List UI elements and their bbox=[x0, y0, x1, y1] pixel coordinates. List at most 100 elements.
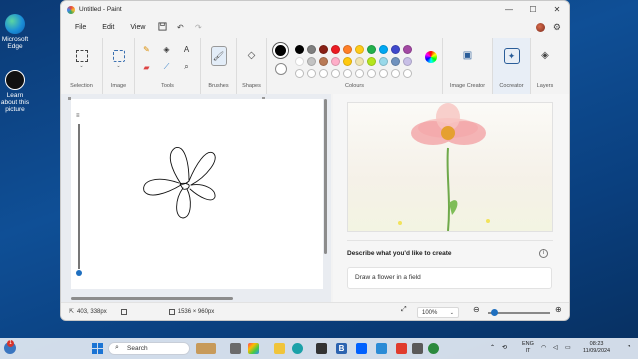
copilot-icon[interactable] bbox=[248, 343, 259, 354]
color-picker-icon[interactable]: ⟋ bbox=[161, 61, 173, 73]
color-swatch[interactable] bbox=[366, 44, 376, 54]
maximize-button[interactable]: ☐ bbox=[521, 5, 545, 14]
redo-icon[interactable]: ↷ bbox=[191, 23, 205, 32]
color-swatch[interactable] bbox=[402, 56, 412, 66]
custom-color-slot[interactable] bbox=[330, 68, 340, 78]
primary-color-swatch[interactable] bbox=[273, 43, 288, 58]
color-swatch[interactable] bbox=[306, 44, 316, 54]
edge-taskbar-icon[interactable] bbox=[292, 343, 303, 354]
color-swatch[interactable] bbox=[354, 56, 364, 66]
vertical-scrollbar[interactable] bbox=[324, 99, 327, 254]
store-icon[interactable] bbox=[316, 343, 327, 354]
custom-color-slot[interactable] bbox=[390, 68, 400, 78]
group-label: Image bbox=[110, 83, 127, 89]
start-button[interactable] bbox=[92, 343, 103, 354]
color-swatch[interactable] bbox=[390, 44, 400, 54]
clock[interactable]: 08:23 11/09/2024 bbox=[583, 341, 610, 355]
pinned-app-icon[interactable] bbox=[412, 343, 423, 354]
image-chevron-down-icon[interactable]: ⌄ bbox=[116, 63, 120, 69]
fit-to-window-icon[interactable]: ⤢ bbox=[401, 306, 407, 314]
taskbar-search[interactable]: ⌕ Search bbox=[108, 342, 190, 355]
generated-image-preview[interactable] bbox=[347, 102, 553, 232]
color-swatch[interactable] bbox=[354, 44, 364, 54]
pinned-app-icon[interactable] bbox=[396, 343, 407, 354]
file-explorer-icon[interactable] bbox=[274, 343, 285, 354]
group-layers: ◈ Layers bbox=[531, 38, 559, 94]
wifi-icon[interactable]: ◠ bbox=[541, 344, 546, 351]
zoom-slider-knob[interactable] bbox=[491, 309, 498, 316]
tray-app-icon[interactable]: ⟲ bbox=[502, 344, 507, 351]
selection-chevron-down-icon[interactable]: ⌄ bbox=[79, 63, 83, 69]
settings-gear-icon[interactable]: ⚙ bbox=[553, 22, 561, 33]
shapes-icon[interactable]: ◇ bbox=[248, 50, 256, 61]
bing-icon[interactable]: B bbox=[336, 343, 347, 354]
color-swatch[interactable] bbox=[294, 56, 304, 66]
custom-color-slot[interactable] bbox=[378, 68, 388, 78]
task-view-icon[interactable] bbox=[230, 343, 241, 354]
color-swatch[interactable] bbox=[378, 56, 388, 66]
fill-bucket-icon[interactable]: ◈ bbox=[161, 43, 173, 55]
menu-view[interactable]: View bbox=[124, 22, 151, 33]
canvas-workspace: ≡ bbox=[61, 94, 331, 304]
zoom-in-icon[interactable]: ⊕ bbox=[555, 305, 562, 314]
color-swatch[interactable] bbox=[306, 56, 316, 66]
text-tool-icon[interactable]: A bbox=[181, 43, 193, 55]
undo-icon[interactable]: ↶ bbox=[173, 23, 187, 32]
dropbox-icon[interactable] bbox=[356, 343, 367, 354]
selection-icon[interactable] bbox=[75, 50, 88, 62]
desktop-icon-edge[interactable]: Microsoft Edge bbox=[0, 14, 32, 50]
desktop-icon-learn-about-picture[interactable]: Learn about this picture bbox=[0, 70, 32, 113]
pinned-app-icon[interactable] bbox=[376, 343, 387, 354]
color-swatch[interactable] bbox=[318, 44, 328, 54]
group-label: Selection bbox=[70, 83, 93, 89]
zoom-select[interactable]: 100% ⌄ bbox=[417, 307, 459, 318]
color-swatch[interactable] bbox=[294, 44, 304, 54]
brush-icon[interactable]: 🖌 bbox=[210, 46, 227, 66]
drawing-canvas[interactable] bbox=[71, 99, 323, 289]
color-swatch[interactable] bbox=[330, 44, 340, 54]
cocreator-icon[interactable]: ✦ bbox=[503, 48, 520, 64]
horizontal-scrollbar[interactable] bbox=[71, 297, 233, 300]
color-swatch[interactable] bbox=[330, 56, 340, 66]
color-swatch[interactable] bbox=[366, 56, 376, 66]
save-icon[interactable] bbox=[155, 21, 169, 33]
custom-color-slot[interactable] bbox=[354, 68, 364, 78]
battery-icon[interactable]: ▭ bbox=[565, 344, 571, 351]
eraser-icon[interactable]: ▰ bbox=[141, 61, 153, 73]
prompt-input[interactable]: Draw a flower in a field bbox=[347, 267, 552, 289]
volume-icon[interactable]: ◁ bbox=[553, 344, 558, 351]
paint-taskbar-icon[interactable] bbox=[428, 343, 439, 354]
color-swatch[interactable] bbox=[342, 44, 352, 54]
edit-colors-icon[interactable] bbox=[425, 51, 437, 63]
image-creator-icon[interactable]: ▣ bbox=[463, 50, 472, 61]
menu-edit[interactable]: Edit bbox=[96, 22, 120, 33]
tray-overflow-icon[interactable]: ⌃ bbox=[490, 344, 495, 351]
custom-color-slot[interactable] bbox=[306, 68, 316, 78]
color-swatch[interactable] bbox=[378, 44, 388, 54]
layers-icon[interactable]: ◈ bbox=[541, 50, 549, 61]
magnifier-icon[interactable]: ⌕ bbox=[181, 61, 193, 73]
color-swatch[interactable] bbox=[390, 56, 400, 66]
custom-color-slot[interactable] bbox=[318, 68, 328, 78]
close-button[interactable]: ✕ bbox=[545, 5, 569, 14]
brush-size-slider[interactable]: ≡ bbox=[74, 109, 84, 281]
notification-bell-icon[interactable]: ◔ bbox=[627, 344, 631, 350]
zoom-out-icon[interactable]: ⊖ bbox=[473, 305, 480, 314]
custom-color-slot[interactable] bbox=[366, 68, 376, 78]
custom-color-slot[interactable] bbox=[402, 68, 412, 78]
pencil-icon[interactable]: ✎ bbox=[141, 43, 153, 55]
minimize-button[interactable]: — bbox=[497, 5, 521, 14]
taskbar-search-highlight-icon[interactable] bbox=[196, 343, 216, 354]
info-icon[interactable]: i bbox=[539, 249, 548, 258]
color-swatch[interactable] bbox=[342, 56, 352, 66]
custom-color-slot[interactable] bbox=[294, 68, 304, 78]
language-indicator[interactable]: ENG IT bbox=[522, 341, 534, 355]
image-crop-icon[interactable] bbox=[112, 50, 125, 62]
color-swatch[interactable] bbox=[402, 44, 412, 54]
custom-color-slot[interactable] bbox=[342, 68, 352, 78]
color-swatch[interactable] bbox=[318, 56, 328, 66]
slider-knob[interactable] bbox=[76, 270, 82, 276]
avatar[interactable] bbox=[535, 22, 545, 32]
secondary-color-swatch[interactable] bbox=[275, 63, 287, 75]
menu-file[interactable]: File bbox=[69, 22, 92, 33]
